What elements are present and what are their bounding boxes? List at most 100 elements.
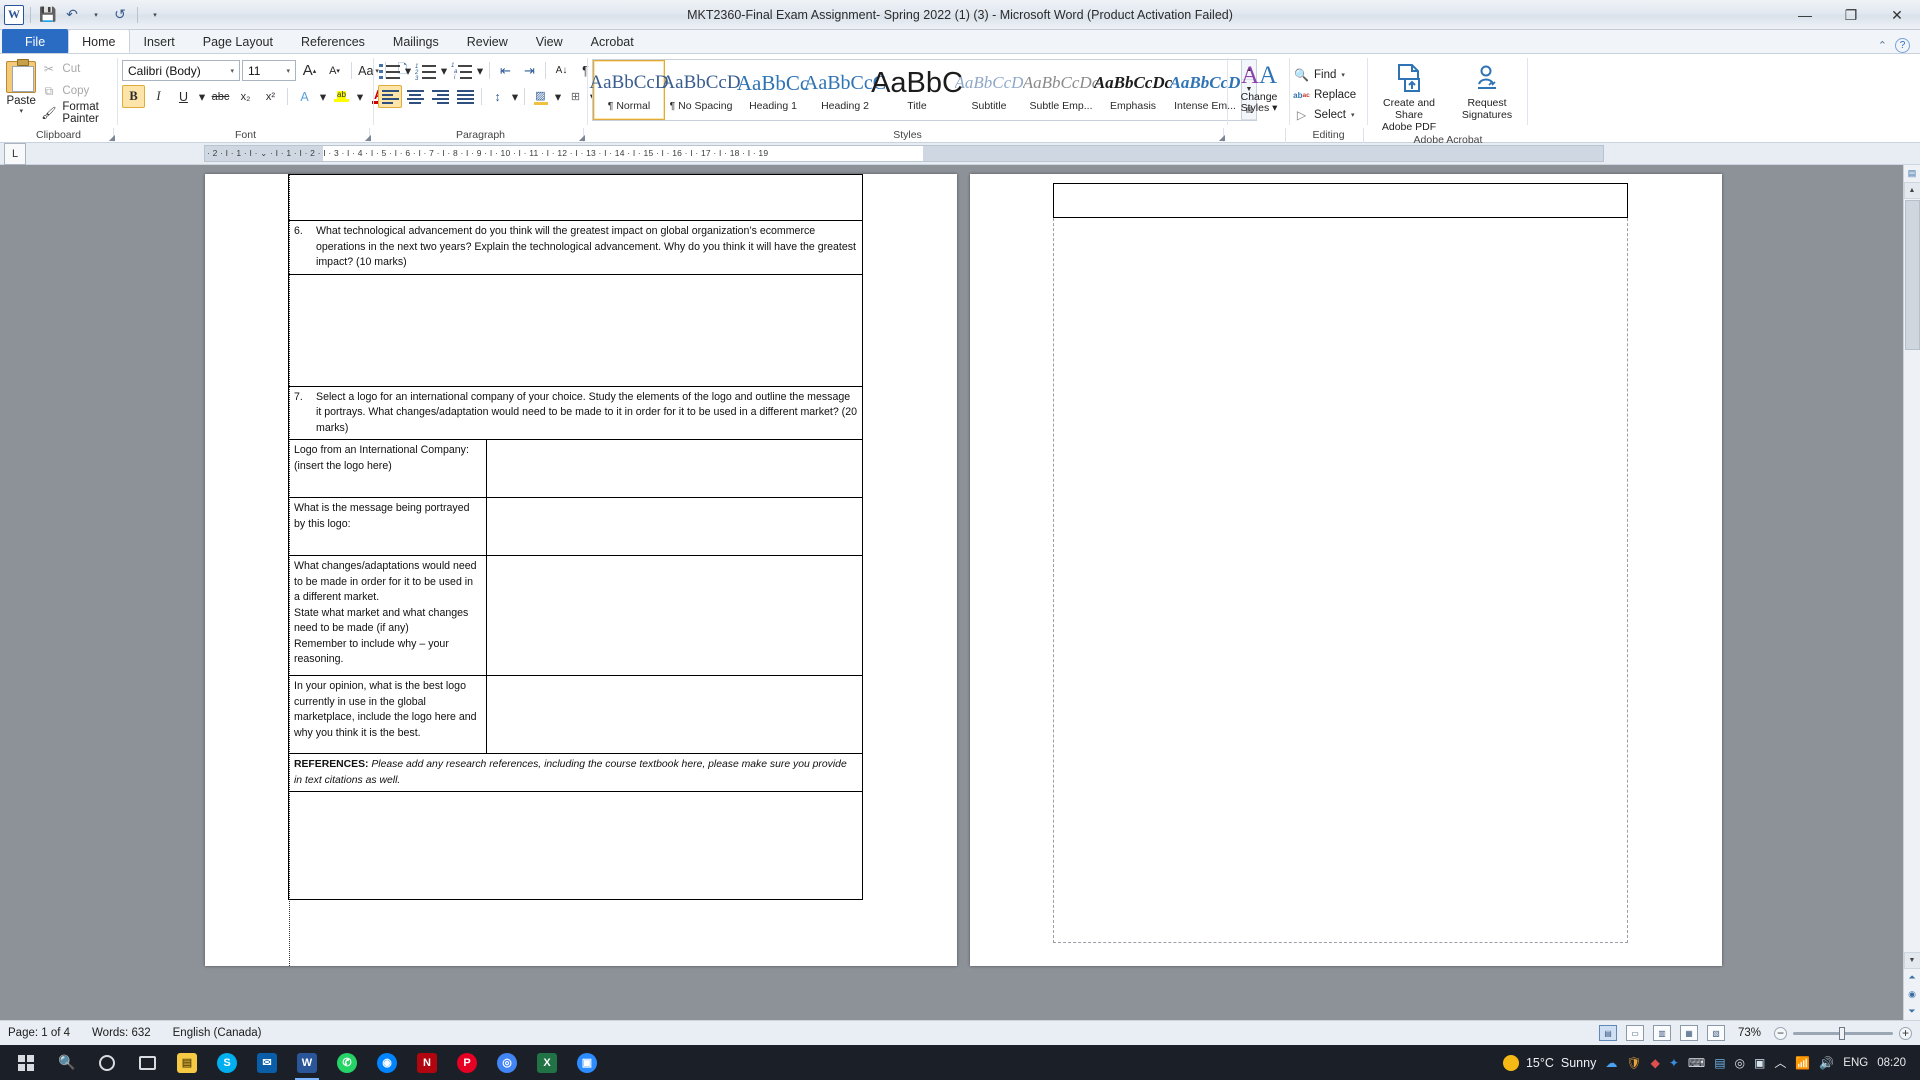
view-draft-button[interactable]: ▧ bbox=[1706, 1025, 1725, 1041]
document-canvas[interactable]: 6. What technological advancement do you… bbox=[0, 165, 1920, 1020]
page-indicator[interactable]: Page: 1 of 4 bbox=[8, 1027, 70, 1039]
app-tray-icon[interactable]: ▣ bbox=[1754, 1056, 1765, 1070]
answer-cell-q6[interactable] bbox=[289, 275, 862, 386]
document-page-1[interactable]: 6. What technological advancement do you… bbox=[205, 174, 957, 966]
tab-home[interactable]: Home bbox=[68, 29, 130, 53]
taskbar-zoom-icon[interactable]: ▣ bbox=[568, 1045, 606, 1080]
taskbar-netflix-icon[interactable]: N bbox=[408, 1045, 446, 1080]
multilevel-list-icon[interactable]: 1ai bbox=[450, 59, 474, 82]
tab-references[interactable]: References bbox=[287, 29, 379, 53]
restore-button[interactable]: ❐ bbox=[1828, 0, 1874, 30]
styles-dialog-launcher-icon[interactable]: ◢ bbox=[1219, 133, 1225, 142]
redo-icon[interactable]: ↺ bbox=[109, 4, 131, 26]
chevron-down-icon[interactable]: ▾ bbox=[227, 67, 237, 75]
table-row[interactable]: REFERENCES: Please add any research refe… bbox=[288, 754, 863, 792]
style-subtitle[interactable]: AaBbCcD Subtitle bbox=[953, 60, 1025, 120]
text-effects-icon[interactable]: A bbox=[293, 85, 316, 108]
zoom-in-button[interactable]: + bbox=[1899, 1026, 1912, 1040]
shrink-font-icon[interactable]: A ▾ bbox=[323, 59, 346, 82]
borders-icon[interactable]: ⊞ bbox=[564, 85, 587, 108]
message-prompt-cell[interactable]: What is the message being portrayed by t… bbox=[289, 498, 487, 555]
word-count[interactable]: Words: 632 bbox=[92, 1027, 151, 1039]
style-no-spacing[interactable]: AaBbCcD ¶ No Spacing bbox=[661, 60, 740, 120]
table-row[interactable]: Logo from an International Company: (ins… bbox=[288, 440, 863, 498]
zoom-thumb[interactable] bbox=[1839, 1026, 1845, 1040]
table-row[interactable] bbox=[288, 174, 863, 221]
decrease-indent-icon[interactable]: ⇤ bbox=[494, 59, 517, 82]
chrome-tray-icon[interactable]: ◎ bbox=[1735, 1056, 1745, 1070]
select-dropdown-icon[interactable]: ▾ bbox=[1351, 111, 1355, 119]
request-signatures-button[interactable]: Request Signatures bbox=[1450, 59, 1524, 121]
font-name-combo[interactable]: Calibri (Body) ▾ bbox=[122, 60, 240, 81]
view-full-screen-reading-button[interactable]: ▭ bbox=[1625, 1025, 1644, 1041]
next-page-icon[interactable]: ⏷ bbox=[1904, 1003, 1920, 1020]
minimize-ribbon-icon[interactable]: ⌃ bbox=[1878, 39, 1887, 52]
taskbar-excel-icon[interactable]: X bbox=[528, 1045, 566, 1080]
subscript-button[interactable]: x₂ bbox=[234, 85, 257, 108]
justify-button[interactable] bbox=[453, 85, 477, 108]
tab-file[interactable]: File bbox=[2, 29, 69, 53]
best-logo-answer-cell[interactable] bbox=[487, 676, 862, 753]
table-row[interactable]: 7. Select a logo for an international co… bbox=[288, 386, 863, 440]
best-logo-prompt-cell[interactable]: In your opinion, what is the best logo c… bbox=[289, 676, 487, 753]
antivirus-icon[interactable]: ◆ bbox=[1651, 1056, 1660, 1070]
line-spacing-dropdown-icon[interactable]: ▾ bbox=[510, 85, 520, 108]
bold-button[interactable]: B bbox=[122, 85, 145, 108]
paragraph-dialog-launcher-icon[interactable]: ◢ bbox=[579, 133, 585, 142]
scroll-up-button[interactable]: ▲ bbox=[1903, 182, 1920, 199]
taskbar-task-view-icon[interactable] bbox=[128, 1045, 166, 1080]
chevron-down-icon[interactable]: ▾ bbox=[283, 67, 293, 75]
save-icon[interactable]: 💾 bbox=[37, 4, 59, 26]
align-left-button[interactable] bbox=[378, 85, 402, 108]
highlight-dropdown-icon[interactable]: ▾ bbox=[355, 85, 365, 108]
zoom-track[interactable] bbox=[1793, 1026, 1893, 1040]
question-6-cell[interactable]: 6. What technological advancement do you… bbox=[289, 221, 862, 274]
select-button[interactable]: ▷ Select ▾ bbox=[1294, 105, 1355, 125]
zoom-level[interactable]: 73% bbox=[1738, 1027, 1761, 1039]
word-logo-icon[interactable]: W bbox=[4, 4, 24, 25]
styles-gallery[interactable]: AaBbCcD ¶ Normal AaBbCcD ¶ No Spacing Aa… bbox=[589, 59, 1257, 121]
cut-button[interactable]: ✂ Cut bbox=[41, 59, 114, 79]
zoom-out-button[interactable]: − bbox=[1774, 1026, 1787, 1040]
changes-prompt-cell[interactable]: What changes/adaptations would need to b… bbox=[289, 556, 487, 675]
table-row[interactable]: In your opinion, what is the best logo c… bbox=[288, 676, 863, 754]
font-size-combo[interactable]: 11 ▾ bbox=[242, 60, 296, 81]
taskbar-chrome-icon[interactable]: ◎ bbox=[488, 1045, 526, 1080]
find-dropdown-icon[interactable]: ▾ bbox=[1341, 71, 1345, 79]
text-effects-dropdown-icon[interactable]: ▾ bbox=[318, 85, 328, 108]
language-indicator-tray[interactable]: ENG bbox=[1843, 1057, 1868, 1069]
taskbar-file-explorer-icon[interactable]: ▤ bbox=[168, 1045, 206, 1080]
underline-button[interactable]: U bbox=[172, 85, 195, 108]
vertical-scrollbar[interactable]: ▤ ▲ ▼ ⏶ ◉ ⏷ bbox=[1903, 165, 1920, 1020]
taskbar-mail-icon[interactable]: ✉ bbox=[248, 1045, 286, 1080]
minimize-button[interactable]: — bbox=[1782, 0, 1828, 30]
tab-review[interactable]: Review bbox=[453, 29, 522, 53]
numbering-icon[interactable]: 123 bbox=[414, 59, 438, 82]
grow-font-icon[interactable]: A ▴ bbox=[298, 59, 321, 82]
tab-stop-selector[interactable]: L bbox=[4, 142, 26, 165]
logo-answer-cell[interactable] bbox=[487, 440, 862, 497]
shading-dropdown-icon[interactable]: ▾ bbox=[553, 85, 563, 108]
style-emphasis[interactable]: AaBbCcDc Emphasis bbox=[1094, 60, 1172, 120]
tab-mailings[interactable]: Mailings bbox=[379, 29, 453, 53]
clock[interactable]: 08:20 bbox=[1877, 1057, 1906, 1069]
question-7-cell[interactable]: 7. Select a logo for an international co… bbox=[289, 387, 862, 440]
create-share-pdf-button[interactable]: Create and Share Adobe PDF bbox=[1372, 59, 1446, 133]
replace-button[interactable]: ab ac Replace bbox=[1293, 85, 1356, 105]
taskbar-skype-icon[interactable]: S bbox=[208, 1045, 246, 1080]
chevron-up-icon[interactable]: ︿ bbox=[1774, 1054, 1786, 1071]
answer-cell[interactable] bbox=[289, 175, 862, 220]
table-row[interactable]: What is the message being portrayed by t… bbox=[288, 498, 863, 556]
strikethrough-button[interactable]: abc bbox=[209, 85, 232, 108]
tab-page-layout[interactable]: Page Layout bbox=[189, 29, 287, 53]
previous-page-icon[interactable]: ⏶ bbox=[1904, 969, 1920, 986]
network-tray-icon[interactable]: ▤ bbox=[1714, 1056, 1725, 1070]
format-painter-button[interactable]: 🖌 Format Painter bbox=[41, 101, 114, 125]
select-browse-object-icon[interactable]: ◉ bbox=[1904, 986, 1920, 1003]
find-button[interactable]: 🔍 Find ▾ bbox=[1294, 65, 1345, 85]
horizontal-ruler[interactable]: · 2 · I · 1 · I · ⌄ · I · 1 · I · 2 · I … bbox=[204, 145, 1604, 162]
view-print-layout-button[interactable]: ▤ bbox=[1598, 1025, 1617, 1041]
increase-indent-icon[interactable]: ⇥ bbox=[518, 59, 541, 82]
scrollbar-thumb[interactable] bbox=[1904, 200, 1920, 350]
bullets-icon[interactable] bbox=[378, 59, 402, 82]
